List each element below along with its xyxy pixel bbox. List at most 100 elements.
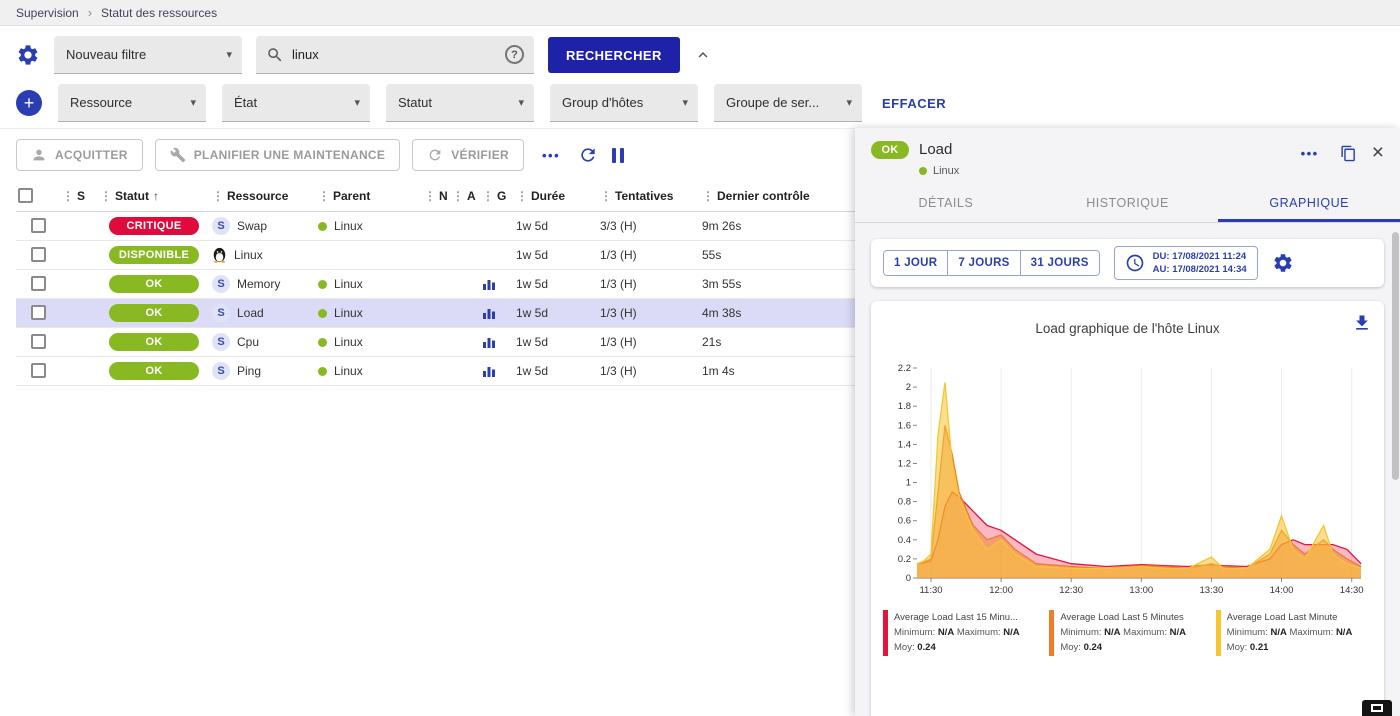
row-checkbox[interactable] [31,276,46,291]
kebab-icon[interactable]: ⋮ [516,189,528,203]
resource-name[interactable]: Memory [237,277,280,291]
select-all-checkbox[interactable] [18,188,33,203]
kebab-icon[interactable]: ⋮ [702,189,714,203]
svg-text:14:30: 14:30 [1340,585,1364,596]
table-row-ping[interactable]: OKSPingLinux1w 5d1/3 (H)1m 4s [16,356,855,385]
help-icon[interactable]: ? [505,45,524,64]
kebab-icon[interactable]: ⋮ [600,189,612,203]
kebab-icon[interactable]: ⋮ [482,189,494,203]
column-header-n[interactable]: ⋮N [422,181,450,211]
service-badge: S [212,333,230,351]
range-button-1-jour[interactable]: 1 JOUR [884,251,947,275]
filter-bar: Nouveau filtre ▾ ? RECHERCHER + Ressourc… [0,26,1400,128]
resource-name[interactable]: Ping [237,364,261,378]
graph-icon[interactable] [482,335,496,349]
notes-cell [422,356,450,385]
column-header-parent[interactable]: ⋮Parent [316,181,422,211]
action-cell [450,240,480,269]
acknowledge-button[interactable]: ACQUITTER [16,139,143,171]
resource-name[interactable]: Cpu [237,335,259,349]
service-badge: S [212,275,230,293]
export-chart-download-icon[interactable] [1352,313,1372,333]
host-status-dot [919,167,927,175]
column-header-ressource[interactable]: ⋮Ressource [210,181,316,211]
refresh-list-button[interactable] [578,145,598,165]
filter-settings-gear-icon[interactable] [16,43,40,67]
status-badge: CRITIQUE [109,217,199,235]
graph-icon[interactable] [482,277,496,291]
column-header-statut[interactable]: ⋮Statut↑ [98,181,210,211]
graph-cell [480,298,514,327]
last-check-cell: 9m 26s [700,211,855,240]
criteria-select-statut[interactable]: Statut▾ [386,84,534,122]
saved-filter-select[interactable]: Nouveau filtre ▾ [54,36,242,74]
graph-icon[interactable] [482,306,496,320]
criteria-select-groupe-de-ser[interactable]: Groupe de ser...▾ [714,84,862,122]
maintenance-button[interactable]: PLANIFIER UNE MAINTENANCE [155,139,401,171]
range-button-7-jours[interactable]: 7 JOURS [947,251,1019,275]
close-panel-icon[interactable]: × [1372,144,1384,163]
table-row-memory[interactable]: OKSMemoryLinux1w 5d1/3 (H)3m 55s [16,269,855,298]
column-header-s[interactable]: ⋮S [60,181,98,211]
column-header-dernier-contr-le[interactable]: ⋮Dernier contrôle [700,181,855,211]
kebab-icon[interactable]: ⋮ [318,189,330,203]
kebab-icon[interactable]: ⋮ [100,189,112,203]
tab-d-tails[interactable]: DÉTAILS [855,185,1037,222]
search-button[interactable]: RECHERCHER [548,37,680,73]
row-checkbox[interactable] [31,363,46,378]
row-checkbox[interactable] [31,305,46,320]
legend-item-average-load-last-15-minu[interactable]: Average Load Last 15 Minu...Minimum: N/A… [883,610,1039,656]
resource-name[interactable]: Linux [234,248,263,262]
column-header-dur-e[interactable]: ⋮Durée [514,181,598,211]
criteria-select-ressource[interactable]: Ressource▾ [58,84,206,122]
table-row-cpu[interactable]: OKSCpuLinux1w 5d1/3 (H)21s [16,327,855,356]
period-picker[interactable]: DU: 17/08/2021 11:24 AU: 17/08/2021 14:3… [1114,246,1258,281]
duration-cell: 1w 5d [514,298,598,327]
resource-name[interactable]: Swap [237,219,267,233]
check-button[interactable]: VÉRIFIER [412,139,524,171]
breadcrumb-item-current[interactable]: Statut des ressources [101,6,217,20]
column-header-g[interactable]: ⋮G [480,181,514,211]
search-box[interactable]: ? [256,36,534,74]
legend-item-average-load-last-5-minutes[interactable]: Average Load Last 5 MinutesMinimum: N/A … [1049,610,1205,656]
add-criteria-button[interactable]: + [16,90,42,116]
column-header-a[interactable]: ⋮A [450,181,480,211]
graph-settings-gear-icon[interactable] [1272,252,1294,274]
column-header-tentatives[interactable]: ⋮Tentatives [598,181,700,211]
severity-cell [60,327,98,356]
svg-text:0.4: 0.4 [898,535,911,546]
graph-icon[interactable] [482,364,496,378]
panel-scrollbar[interactable] [1392,232,1399,480]
status-dot [318,222,327,231]
kebab-icon[interactable]: ⋮ [452,189,464,203]
kebab-icon[interactable]: ⋮ [212,189,224,203]
table-row-load[interactable]: OKSLoadLinux1w 5d1/3 (H)4m 38s [16,298,855,327]
table-row-swap[interactable]: CRITIQUESSwapLinux1w 5d3/3 (H)9m 26s [16,211,855,240]
kebab-icon[interactable]: ⋮ [424,189,436,203]
details-panel: OK Load Linux ••• × DÉTAILSHISTORIQUEGRA… [855,128,1400,716]
search-input[interactable] [292,47,497,62]
criteria-select-tat[interactable]: État▾ [222,84,370,122]
table-row-linux[interactable]: DISPONIBLELinux1w 5d1/3 (H)55s [16,240,855,269]
wrench-icon [170,147,186,163]
person-icon [31,147,47,163]
row-checkbox[interactable] [31,247,46,262]
clear-filters-link[interactable]: EFFACER [882,96,946,111]
legend-item-average-load-last-minute[interactable]: Average Load Last MinuteMinimum: N/A Max… [1216,610,1372,656]
resource-name[interactable]: Load [237,306,264,320]
collapse-filters-chevron-up-icon[interactable] [694,46,712,64]
row-checkbox[interactable] [31,334,46,349]
tab-graphique[interactable]: GRAPHIQUE [1218,185,1400,222]
more-actions-button[interactable]: ••• [536,148,566,163]
criteria-select-group-d-h-tes[interactable]: Group d'hôtes▾ [550,84,698,122]
breadcrumb-item-supervision[interactable]: Supervision [16,6,79,20]
copy-link-icon[interactable] [1340,145,1357,162]
kebab-icon[interactable]: ⋮ [62,189,74,203]
range-button-31-jours[interactable]: 31 JOURS [1020,251,1099,275]
duration-cell: 1w 5d [514,269,598,298]
tab-historique[interactable]: HISTORIQUE [1037,185,1219,222]
severity-cell [60,211,98,240]
pause-refresh-button[interactable] [612,148,624,163]
row-checkbox[interactable] [31,218,46,233]
panel-more-button[interactable]: ••• [1295,146,1325,161]
